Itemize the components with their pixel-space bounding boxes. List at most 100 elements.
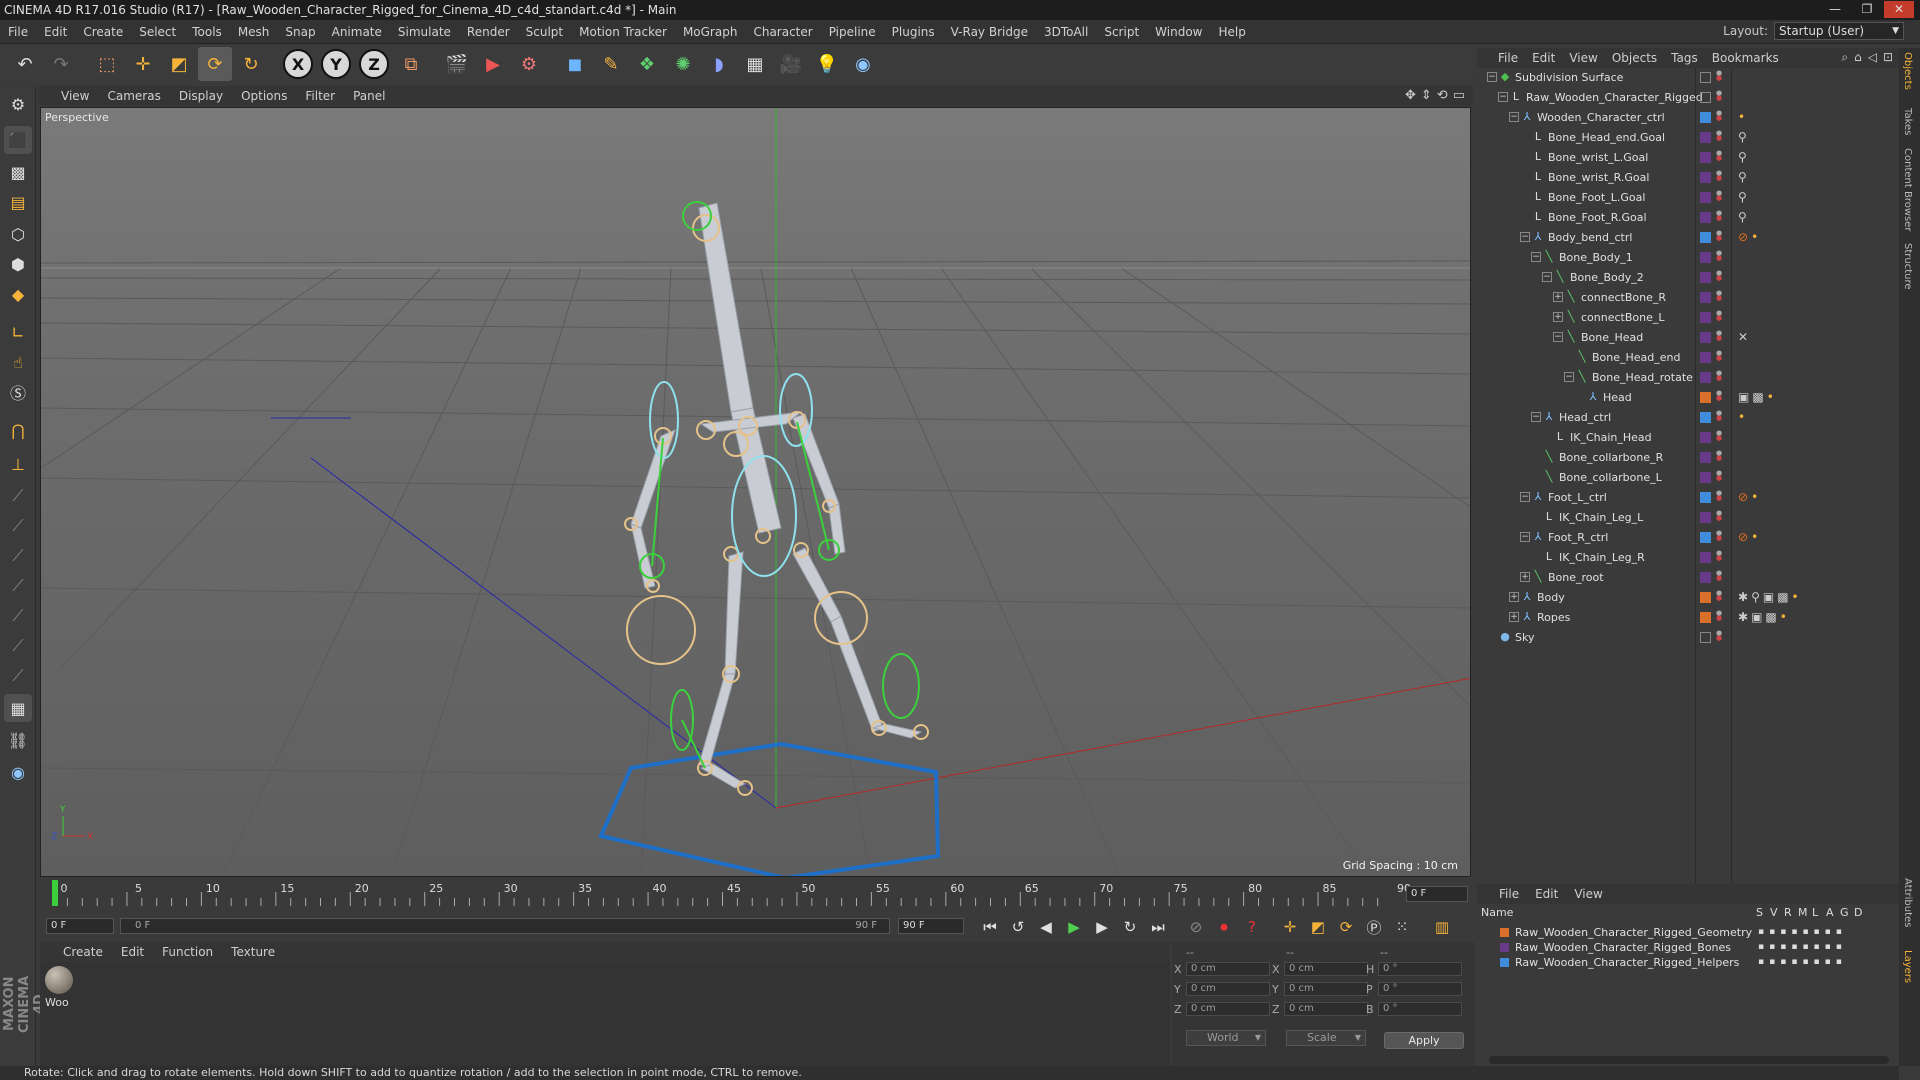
object-row[interactable]: L IK_Chain_Leg_L ● ● <box>1477 508 1899 528</box>
next-key-icon[interactable]: ↻ <box>1118 915 1142 939</box>
visibility-dots-icon[interactable]: ● ● <box>1716 470 1722 482</box>
visibility-dots-icon[interactable]: ● ● <box>1716 250 1722 262</box>
object-row[interactable]: − ⅄ Foot_R_ctrl ● ● ⊘ • <box>1477 528 1899 548</box>
layer-menu-view[interactable]: View <box>1566 887 1610 901</box>
menu-animate[interactable]: Animate <box>324 25 390 39</box>
visibility-dots-icon[interactable]: ● ● <box>1716 610 1722 622</box>
menu-mesh[interactable]: Mesh <box>230 25 278 39</box>
object-row[interactable]: L Bone_Foot_R.Goal ● ● ⚲ <box>1477 208 1899 228</box>
object-row[interactable]: + ╲ connectBone_L ● ● <box>1477 308 1899 328</box>
layer-color-swatch[interactable] <box>1700 512 1711 523</box>
layer-column-name[interactable]: Name <box>1481 906 1513 919</box>
current-frame-field[interactable]: 0 F <box>1406 886 1468 902</box>
generator-icon[interactable]: ▪ <box>1825 927 1831 937</box>
object-row[interactable]: − ⅄ Body_bend_ctrl ● ● ⊘ • <box>1477 228 1899 248</box>
material-menu-texture[interactable]: Texture <box>222 945 284 959</box>
viewport-menu-filter[interactable]: Filter <box>296 89 344 103</box>
visibility-dots-icon[interactable]: ● ● <box>1716 430 1722 442</box>
visibility-dots-icon[interactable]: ● ● <box>1716 210 1722 222</box>
object-tag-icon[interactable]: ⚲ <box>1751 590 1760 604</box>
deformer-icon[interactable]: ▪ <box>1836 927 1842 937</box>
maximize-icon[interactable]: ❐ <box>1852 1 1882 18</box>
collapse-icon[interactable]: − <box>1531 412 1541 422</box>
magnet-icon[interactable]: ⋂ <box>4 416 32 444</box>
object-tag-icon[interactable]: ⚲ <box>1738 210 1747 224</box>
back-icon[interactable]: ◁ <box>1868 50 1877 65</box>
minimize-icon[interactable]: — <box>1820 1 1850 18</box>
layer-color-swatch[interactable] <box>1700 252 1711 263</box>
object-menu-file[interactable]: File <box>1491 51 1525 65</box>
material-menu-create[interactable]: Create <box>54 945 112 959</box>
snapping-icon[interactable]: Ⓢ <box>4 378 32 406</box>
menu-mograph[interactable]: MoGraph <box>675 25 746 39</box>
object-tag-icon[interactable]: • <box>1780 610 1787 624</box>
collapse-icon[interactable]: − <box>1520 492 1530 502</box>
layer-color-swatch[interactable] <box>1700 552 1711 563</box>
rotation-value-field[interactable]: 0 ° <box>1378 1002 1462 1016</box>
floor-scene-icon[interactable]: ▦ <box>738 47 772 81</box>
visibility-dots-icon[interactable]: ● ● <box>1716 590 1722 602</box>
record-keys-icon[interactable]: ⊘ <box>1184 915 1208 939</box>
material-menu-edit[interactable]: Edit <box>112 945 153 959</box>
manager-icon[interactable]: ▪ <box>1791 927 1797 937</box>
object-tag-icon[interactable]: ✕ <box>1738 330 1748 344</box>
menu-motion-tracker[interactable]: Motion Tracker <box>571 25 675 39</box>
layer-color-swatch[interactable] <box>1500 958 1509 967</box>
axis-mode-icon[interactable]: ∟ <box>4 318 32 346</box>
object-row[interactable]: − ⅄ Head_ctrl ● ● • <box>1477 408 1899 428</box>
recent-tool-icon[interactable]: ↻ <box>234 47 268 81</box>
object-row[interactable]: ╲ Bone_Head_end ● ● <box>1477 348 1899 368</box>
object-tag-icon[interactable]: • <box>1751 490 1758 504</box>
object-row[interactable]: L IK_Chain_Head ● ● <box>1477 428 1899 448</box>
workplane-mode-icon[interactable]: ▤ <box>4 188 32 216</box>
collapse-icon[interactable]: − <box>1531 252 1541 262</box>
light-icon[interactable]: 💡 <box>810 47 844 81</box>
animation-icon[interactable]: ▪ <box>1814 927 1820 937</box>
previous-key-icon[interactable]: ↺ <box>1006 915 1030 939</box>
object-tag-icon[interactable]: ▣ <box>1763 590 1774 604</box>
object-tag-icon[interactable]: ⊘ <box>1738 230 1748 244</box>
layer-color-swatch[interactable] <box>1700 132 1711 143</box>
visibility-dots-icon[interactable]: ● ● <box>1716 350 1722 362</box>
layer-color-swatch[interactable] <box>1700 232 1711 243</box>
layer-color-swatch[interactable] <box>1700 412 1711 423</box>
visibility-dots-icon[interactable]: ● ● <box>1716 310 1722 322</box>
layer-color-swatch[interactable] <box>1500 943 1509 952</box>
menu-simulate[interactable]: Simulate <box>390 25 459 39</box>
timeline-ruler[interactable]: 0 5 10 15 20 25 30 35 40 45 50 55 60 65 70 75 80 85 90 <box>52 878 1411 906</box>
collapse-icon[interactable]: − <box>1564 372 1574 382</box>
side-tab-layers[interactable]: Layers <box>1902 950 1913 983</box>
object-row[interactable]: L Bone_wrist_L.Goal ● ● ⚲ <box>1477 148 1899 168</box>
visibility-dots-icon[interactable]: ● ● <box>1716 490 1722 502</box>
layer-color-swatch[interactable] <box>1500 928 1509 937</box>
visibility-dots-icon[interactable]: ● ● <box>1716 410 1722 422</box>
rotation-value-field[interactable]: 0 ° <box>1378 962 1462 976</box>
viewport-menu-panel[interactable]: Panel <box>344 89 394 103</box>
side-tab-content-browser[interactable]: Content Browser <box>1902 148 1913 231</box>
coordinate-system-icon[interactable]: ⧉ <box>394 47 428 81</box>
menu-snap[interactable]: Snap <box>277 25 323 39</box>
viewport-menu-options[interactable]: Options <box>232 89 296 103</box>
menu-edit[interactable]: Edit <box>36 25 75 39</box>
visibility-dots-icon[interactable]: ● ● <box>1716 510 1722 522</box>
solo-icon[interactable]: ▪ <box>1758 942 1764 952</box>
manager-icon[interactable]: ▪ <box>1791 957 1797 967</box>
layer-color-swatch[interactable] <box>1700 532 1711 543</box>
collapse-icon[interactable]: − <box>1520 232 1530 242</box>
key-position-icon[interactable]: ✛ <box>1278 915 1302 939</box>
visibility-dots-icon[interactable]: ● ● <box>1716 150 1722 162</box>
y-axis-lock-button[interactable]: Y <box>321 49 351 79</box>
object-tag-icon[interactable]: ▩ <box>1752 390 1763 404</box>
object-tag-icon[interactable]: ✱ <box>1738 590 1748 604</box>
layer-color-swatch[interactable] <box>1700 212 1711 223</box>
object-tag-icon[interactable]: • <box>1738 410 1745 424</box>
object-row[interactable]: L IK_Chain_Leg_R ● ● <box>1477 548 1899 568</box>
menu-window[interactable]: Window <box>1147 25 1210 39</box>
layer-column-a[interactable]: A <box>1826 906 1834 919</box>
previous-frame-icon[interactable]: ◀ <box>1034 915 1058 939</box>
expand-icon[interactable]: + <box>1509 612 1519 622</box>
layer-color-swatch[interactable] <box>1700 332 1711 343</box>
layer-color-swatch[interactable] <box>1700 392 1711 403</box>
menu-character[interactable]: Character <box>745 25 820 39</box>
object-row[interactable]: L Bone_Foot_L.Goal ● ● ⚲ <box>1477 188 1899 208</box>
